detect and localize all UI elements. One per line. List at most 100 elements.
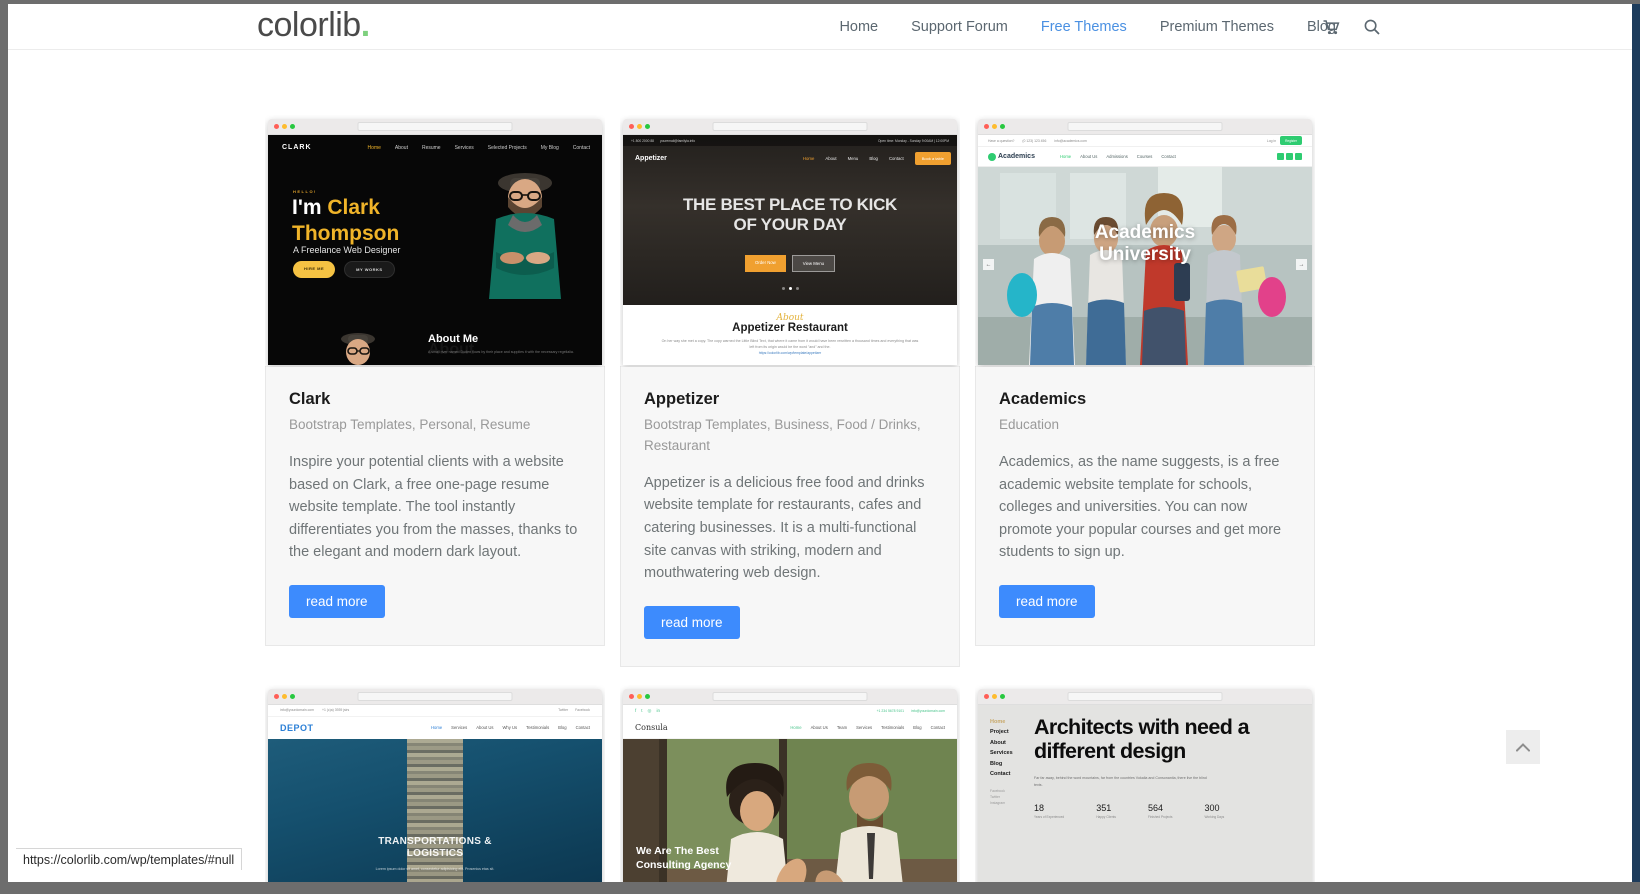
- mockup-nav-item: Resume: [421, 144, 441, 151]
- mockup-stat: 351 Happy Clients: [1096, 803, 1116, 820]
- mockup-urlbar: [712, 122, 868, 131]
- close-dot-icon: [984, 124, 989, 129]
- mockup-logo: DEPOT: [280, 722, 314, 733]
- mockup-hero: +1 800 2000 88 youremail@familyla.info O…: [623, 135, 957, 305]
- mockup-nav-item: Project: [990, 729, 1009, 736]
- template-card-clark: CLARK Home About Resume Services Selecte…: [265, 115, 605, 667]
- template-card-architects: Home Project About Services Blog Contact…: [975, 685, 1315, 882]
- mockup-stat-number: 564: [1148, 803, 1164, 814]
- mockup-heading-line2: University: [1099, 244, 1191, 266]
- minimize-dot-icon: [282, 124, 287, 129]
- mockup-titlebar: [978, 688, 1312, 705]
- site-logo[interactable]: colorlib.: [257, 6, 370, 45]
- card-title[interactable]: Academics: [999, 390, 1291, 409]
- mockup-heading: I'm Clark Thompson: [292, 195, 399, 246]
- mockup-titlebar: [978, 119, 1312, 135]
- mockup-hero: Academics University ← →: [978, 167, 1312, 365]
- card-title[interactable]: Clark: [289, 390, 581, 409]
- scroll-to-top-button[interactable]: [1506, 730, 1540, 764]
- carousel-dot: [781, 287, 785, 290]
- card-description: Appetizer is a delicious free food and d…: [644, 474, 925, 582]
- mockup-social: Twitter Facebook: [558, 708, 590, 712]
- mockup-primary-button: HIRE ME: [293, 261, 336, 278]
- thumbnail-appetizer[interactable]: +1 800 2000 88 youremail@familyla.info O…: [620, 115, 960, 367]
- mockup-urlbar: [712, 691, 868, 701]
- search-icon[interactable]: [1364, 19, 1380, 35]
- mockup-stat-number: 300: [1204, 803, 1220, 814]
- mockup-about-heading: About Me: [428, 333, 479, 345]
- mockup-about-text: A small river named Duden flows by their…: [428, 350, 574, 354]
- mockup-contact: +1 234 5678 9101 info@yourdomain.com: [877, 709, 945, 713]
- instagram-icon: ◎: [647, 707, 652, 713]
- card-description: Inspire your potential clients with a we…: [289, 453, 578, 561]
- thumbnail-architects[interactable]: Home Project About Services Blog Contact…: [975, 685, 1315, 882]
- nav-item-free-themes[interactable]: Free Themes: [1041, 19, 1127, 35]
- nav-item-premium-themes[interactable]: Premium Themes: [1160, 19, 1274, 35]
- mockup-topbar: +1 800 2000 88 youremail@familyla.info O…: [623, 135, 957, 146]
- thumbnail-clark[interactable]: CLARK Home About Resume Services Selecte…: [265, 115, 605, 367]
- linkedin-icon: [1295, 153, 1302, 160]
- mockup-social-facebook: Facebook: [575, 708, 590, 713]
- mockup-titlebar: [268, 688, 602, 705]
- template-card-academics: Have a question? (0 123) 123 456 info@ac…: [975, 115, 1315, 667]
- card-title[interactable]: Appetizer: [644, 390, 936, 409]
- mockup-stat: 300 Working Days: [1204, 803, 1224, 820]
- facebook-icon: f: [635, 707, 637, 713]
- mockup-phone: (0 123) 123 456: [1022, 138, 1047, 143]
- mockup-titlebar: [268, 119, 602, 135]
- mockup-primary-button: Order Now: [745, 255, 786, 272]
- mockup-nav-item: Courses: [1136, 154, 1153, 159]
- carousel-dot: [795, 287, 799, 290]
- facebook-icon: [1277, 153, 1284, 160]
- thumbnail-consula[interactable]: f t ◎ in +1 234 5678 9101 info@yourdomai…: [620, 685, 960, 882]
- mockup-cta-button: Book a table: [914, 152, 951, 165]
- mockup-urlbar: [357, 691, 513, 701]
- mockup-nav-item: Contact: [888, 156, 904, 161]
- card-categories: Education: [999, 417, 1060, 432]
- mockup-social-icons: f t ◎ in: [635, 708, 660, 714]
- site-header: colorlib. Home Support Forum Free Themes…: [8, 4, 1632, 50]
- header-icons: [1323, 4, 1380, 50]
- mockup-social-twitter: Twitter: [558, 708, 569, 713]
- mockup-nav: Consula Home About Us Team Services Test…: [623, 717, 957, 739]
- twitter-icon: t: [641, 707, 643, 713]
- mockup-heading: Academics University: [978, 222, 1312, 267]
- mockup-portrait-2-illustration: [341, 333, 375, 365]
- thumbnail-depot[interactable]: info@yourdomain.com +1 (c)a) 3939 jsirs …: [265, 685, 605, 882]
- read-more-button[interactable]: read more: [999, 584, 1095, 618]
- mockup-nav: DEPOT Home Services About Us Why Us Test…: [268, 717, 602, 739]
- mockup-nav-item: About Us: [1080, 154, 1098, 159]
- browser-scrollbar[interactable]: [1632, 4, 1640, 882]
- mockup-heading-line2: OF YOUR DAY: [733, 214, 847, 234]
- browser-mockup: Home Project About Services Blog Contact…: [978, 688, 1312, 882]
- thumbnail-academics[interactable]: Have a question? (0 123) 123 456 info@ac…: [975, 115, 1315, 367]
- card-categories: Bootstrap Templates, Personal, Resume: [289, 417, 531, 432]
- mockup-subtitle: A Freelance Web Designer: [293, 245, 401, 255]
- mockup-social-icons: [1277, 153, 1302, 160]
- nav-item-home[interactable]: Home: [839, 19, 878, 35]
- mockup-heading-plain: I'm: [292, 196, 328, 219]
- twitter-icon: [1286, 153, 1293, 160]
- read-more-button[interactable]: read more: [644, 605, 740, 639]
- read-more-button[interactable]: read more: [289, 584, 385, 618]
- mockup-heading-line1: THE BEST PLACE TO KICK: [682, 195, 898, 214]
- template-card-depot: info@yourdomain.com +1 (c)a) 3939 jsirs …: [265, 685, 605, 882]
- mockup-nav-item: Why Us: [502, 725, 518, 731]
- cart-icon[interactable]: [1323, 19, 1340, 35]
- mockup-phone: +1 234 5678 9101: [876, 708, 905, 713]
- mockup-nav-item: Contact: [572, 144, 590, 151]
- mockup-nav-item: Home: [990, 718, 1006, 725]
- mockup-nav-item: Blog: [558, 725, 567, 731]
- mockup-email: youremail@familyla.info: [660, 138, 696, 143]
- mockup-email: info@yourdomain.com: [280, 708, 314, 713]
- mockup-heading-accent: Clark: [327, 196, 380, 219]
- mockup-main: Architects with need a different design …: [1030, 705, 1312, 882]
- mockup-logo: Academics: [988, 152, 1035, 161]
- mockup-buttons: HIRE ME MY WORKS: [293, 261, 395, 278]
- mockup-logo: Consula: [635, 722, 668, 732]
- mockup-about-link: https://colorlib.com/wp/template/appetiz…: [758, 350, 822, 355]
- nav-item-support-forum[interactable]: Support Forum: [911, 19, 1008, 35]
- mockup-social-item: Instagram: [990, 800, 1006, 805]
- mockup-nav-item: Testimonials: [881, 724, 905, 730]
- mockup-content: +1 800 2000 88 youremail@familyla.info O…: [623, 135, 957, 365]
